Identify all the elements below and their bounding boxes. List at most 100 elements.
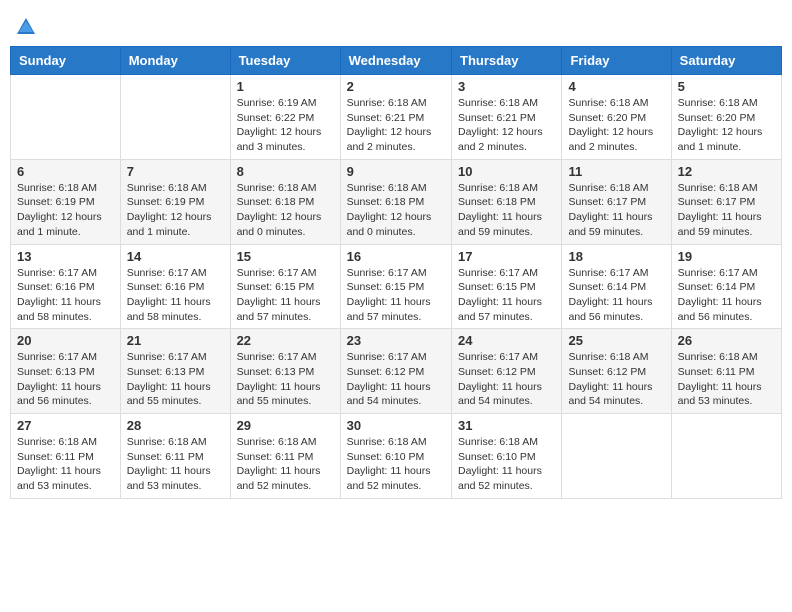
day-number: 21 (127, 333, 224, 348)
calendar-cell (11, 75, 121, 160)
calendar-cell: 28 Sunrise: 6:18 AM Sunset: 6:11 PM Dayli… (120, 414, 230, 499)
day-info: Sunrise: 6:18 AM Sunset: 6:11 PM Dayligh… (678, 350, 775, 409)
day-number: 2 (347, 79, 445, 94)
calendar-cell: 3 Sunrise: 6:18 AM Sunset: 6:21 PM Daylig… (452, 75, 562, 160)
day-info: Sunrise: 6:18 AM Sunset: 6:21 PM Dayligh… (347, 96, 445, 155)
calendar-table: SundayMondayTuesdayWednesdayThursdayFrid… (10, 46, 782, 499)
calendar-cell: 1Sunrise: 6:19 AM Sunset: 6:22 PM Daylig… (230, 75, 340, 160)
weekday-header-row: SundayMondayTuesdayWednesdayThursdayFrid… (11, 47, 782, 75)
day-info: Sunrise: 6:17 AM Sunset: 6:14 PM Dayligh… (568, 266, 664, 325)
calendar-week-2: 6 Sunrise: 6:18 AM Sunset: 6:19 PM Daylig… (11, 159, 782, 244)
calendar-cell: 23 Sunrise: 6:17 AM Sunset: 6:12 PM Dayli… (340, 329, 451, 414)
weekday-thursday: Thursday (452, 47, 562, 75)
day-number: 28 (127, 418, 224, 433)
day-number: 29 (237, 418, 334, 433)
weekday-saturday: Saturday (671, 47, 781, 75)
calendar-body: 1Sunrise: 6:19 AM Sunset: 6:22 PM Daylig… (11, 75, 782, 499)
day-info: Sunrise: 6:18 AM Sunset: 6:11 PM Dayligh… (127, 435, 224, 494)
calendar-cell: 4 Sunrise: 6:18 AM Sunset: 6:20 PM Daylig… (562, 75, 671, 160)
day-number: 6 (17, 164, 114, 179)
day-number: 24 (458, 333, 555, 348)
calendar-cell: 16 Sunrise: 6:17 AM Sunset: 6:15 PM Dayli… (340, 244, 451, 329)
day-info: Sunrise: 6:19 AM Sunset: 6:22 PM Dayligh… (237, 96, 334, 155)
day-info: Sunrise: 6:18 AM Sunset: 6:17 PM Dayligh… (678, 181, 775, 240)
calendar-week-1: 1Sunrise: 6:19 AM Sunset: 6:22 PM Daylig… (11, 75, 782, 160)
calendar-cell: 29 Sunrise: 6:18 AM Sunset: 6:11 PM Dayli… (230, 414, 340, 499)
weekday-tuesday: Tuesday (230, 47, 340, 75)
day-info: Sunrise: 6:18 AM Sunset: 6:10 PM Dayligh… (458, 435, 555, 494)
day-number: 20 (17, 333, 114, 348)
calendar-cell: 20 Sunrise: 6:17 AM Sunset: 6:13 PM Dayli… (11, 329, 121, 414)
calendar-cell: 17Sunrise: 6:17 AM Sunset: 6:15 PM Dayli… (452, 244, 562, 329)
day-info: Sunrise: 6:17 AM Sunset: 6:13 PM Dayligh… (127, 350, 224, 409)
calendar-cell: 5 Sunrise: 6:18 AM Sunset: 6:20 PM Daylig… (671, 75, 781, 160)
day-info: Sunrise: 6:17 AM Sunset: 6:13 PM Dayligh… (17, 350, 114, 409)
calendar-cell (671, 414, 781, 499)
day-number: 26 (678, 333, 775, 348)
day-info: Sunrise: 6:18 AM Sunset: 6:18 PM Dayligh… (458, 181, 555, 240)
page-header (10, 10, 782, 38)
calendar-cell: 25 Sunrise: 6:18 AM Sunset: 6:12 PM Dayli… (562, 329, 671, 414)
calendar-week-5: 27Sunrise: 6:18 AM Sunset: 6:11 PM Dayli… (11, 414, 782, 499)
calendar-cell: 12 Sunrise: 6:18 AM Sunset: 6:17 PM Dayli… (671, 159, 781, 244)
day-number: 16 (347, 249, 445, 264)
weekday-friday: Friday (562, 47, 671, 75)
day-number: 5 (678, 79, 775, 94)
day-info: Sunrise: 6:17 AM Sunset: 6:12 PM Dayligh… (347, 350, 445, 409)
calendar-cell (562, 414, 671, 499)
logo (14, 16, 37, 38)
calendar-cell: 8 Sunrise: 6:18 AM Sunset: 6:18 PM Daylig… (230, 159, 340, 244)
day-info: Sunrise: 6:18 AM Sunset: 6:18 PM Dayligh… (347, 181, 445, 240)
day-info: Sunrise: 6:18 AM Sunset: 6:11 PM Dayligh… (17, 435, 114, 494)
calendar-cell: 9Sunrise: 6:18 AM Sunset: 6:18 PM Daylig… (340, 159, 451, 244)
day-number: 10 (458, 164, 555, 179)
day-number: 31 (458, 418, 555, 433)
day-info: Sunrise: 6:18 AM Sunset: 6:19 PM Dayligh… (127, 181, 224, 240)
calendar-cell: 7Sunrise: 6:18 AM Sunset: 6:19 PM Daylig… (120, 159, 230, 244)
calendar-cell: 22Sunrise: 6:17 AM Sunset: 6:13 PM Dayli… (230, 329, 340, 414)
calendar-cell: 6 Sunrise: 6:18 AM Sunset: 6:19 PM Daylig… (11, 159, 121, 244)
day-number: 22 (237, 333, 334, 348)
day-number: 12 (678, 164, 775, 179)
day-info: Sunrise: 6:18 AM Sunset: 6:10 PM Dayligh… (347, 435, 445, 494)
day-number: 23 (347, 333, 445, 348)
day-info: Sunrise: 6:18 AM Sunset: 6:18 PM Dayligh… (237, 181, 334, 240)
calendar-cell: 19 Sunrise: 6:17 AM Sunset: 6:14 PM Dayli… (671, 244, 781, 329)
calendar-cell: 2 Sunrise: 6:18 AM Sunset: 6:21 PM Daylig… (340, 75, 451, 160)
day-number: 8 (237, 164, 334, 179)
calendar-week-4: 20 Sunrise: 6:17 AM Sunset: 6:13 PM Dayli… (11, 329, 782, 414)
calendar-cell: 13Sunrise: 6:17 AM Sunset: 6:16 PM Dayli… (11, 244, 121, 329)
day-info: Sunrise: 6:17 AM Sunset: 6:15 PM Dayligh… (237, 266, 334, 325)
calendar-cell: 30Sunrise: 6:18 AM Sunset: 6:10 PM Dayli… (340, 414, 451, 499)
weekday-wednesday: Wednesday (340, 47, 451, 75)
day-info: Sunrise: 6:17 AM Sunset: 6:12 PM Dayligh… (458, 350, 555, 409)
day-info: Sunrise: 6:18 AM Sunset: 6:20 PM Dayligh… (678, 96, 775, 155)
day-info: Sunrise: 6:18 AM Sunset: 6:12 PM Dayligh… (568, 350, 664, 409)
day-number: 15 (237, 249, 334, 264)
weekday-monday: Monday (120, 47, 230, 75)
calendar-cell: 15 Sunrise: 6:17 AM Sunset: 6:15 PM Dayli… (230, 244, 340, 329)
logo-icon (15, 16, 37, 38)
day-info: Sunrise: 6:18 AM Sunset: 6:21 PM Dayligh… (458, 96, 555, 155)
day-number: 17 (458, 249, 555, 264)
day-number: 4 (568, 79, 664, 94)
day-number: 3 (458, 79, 555, 94)
day-info: Sunrise: 6:17 AM Sunset: 6:14 PM Dayligh… (678, 266, 775, 325)
calendar-cell: 10 Sunrise: 6:18 AM Sunset: 6:18 PM Dayli… (452, 159, 562, 244)
calendar-cell: 21 Sunrise: 6:17 AM Sunset: 6:13 PM Dayli… (120, 329, 230, 414)
day-number: 25 (568, 333, 664, 348)
calendar-week-3: 13Sunrise: 6:17 AM Sunset: 6:16 PM Dayli… (11, 244, 782, 329)
day-info: Sunrise: 6:18 AM Sunset: 6:11 PM Dayligh… (237, 435, 334, 494)
day-number: 14 (127, 249, 224, 264)
day-info: Sunrise: 6:18 AM Sunset: 6:19 PM Dayligh… (17, 181, 114, 240)
calendar-cell: 14 Sunrise: 6:17 AM Sunset: 6:16 PM Dayli… (120, 244, 230, 329)
day-number: 19 (678, 249, 775, 264)
calendar-cell: 31 Sunrise: 6:18 AM Sunset: 6:10 PM Dayli… (452, 414, 562, 499)
calendar-cell: 18 Sunrise: 6:17 AM Sunset: 6:14 PM Dayli… (562, 244, 671, 329)
day-number: 18 (568, 249, 664, 264)
day-info: Sunrise: 6:18 AM Sunset: 6:17 PM Dayligh… (568, 181, 664, 240)
day-info: Sunrise: 6:17 AM Sunset: 6:16 PM Dayligh… (127, 266, 224, 325)
day-info: Sunrise: 6:18 AM Sunset: 6:20 PM Dayligh… (568, 96, 664, 155)
calendar-cell: 27Sunrise: 6:18 AM Sunset: 6:11 PM Dayli… (11, 414, 121, 499)
day-info: Sunrise: 6:17 AM Sunset: 6:15 PM Dayligh… (347, 266, 445, 325)
